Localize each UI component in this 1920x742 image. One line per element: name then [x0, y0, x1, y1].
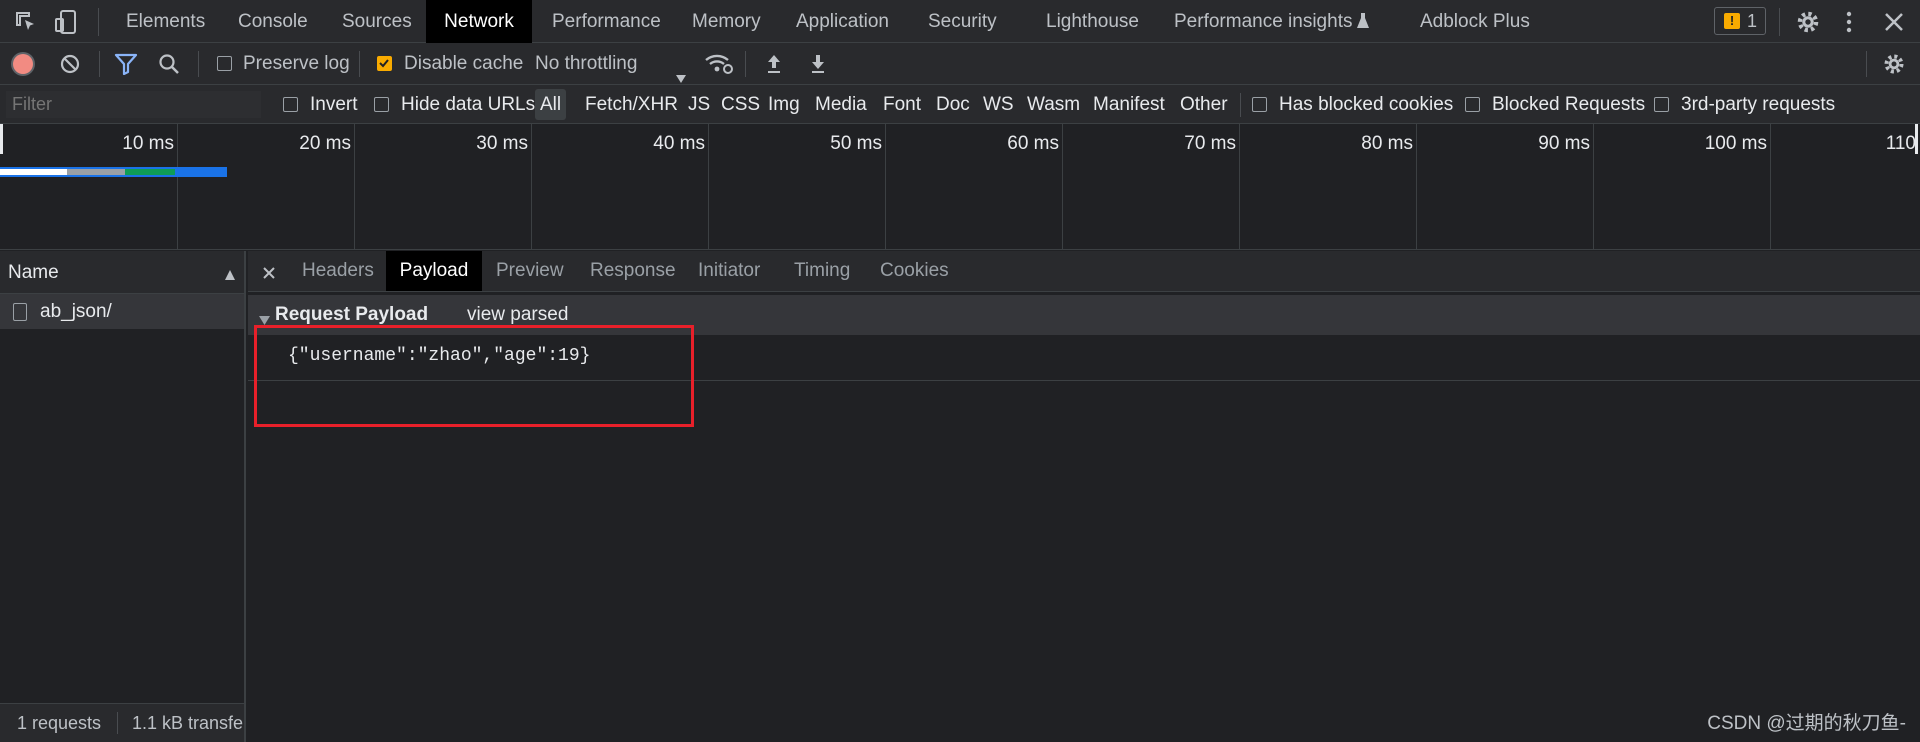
export-har-download-icon[interactable] [809, 53, 827, 75]
filter-input[interactable] [6, 91, 261, 118]
hide-data-urls-checkbox[interactable] [374, 97, 389, 112]
issues-badge[interactable]: ! 1 [1714, 7, 1766, 35]
blocked-requests-checkbox[interactable] [1465, 97, 1480, 112]
triangle-down-icon [259, 310, 270, 325]
watermark: CSDN @过期的秋刀鱼- [1707, 713, 1906, 734]
clear-icon[interactable] [60, 54, 80, 74]
tab-performance[interactable]: Performance [540, 0, 673, 43]
experiment-flask-icon [1356, 12, 1370, 30]
has-blocked-cookies-checkbox[interactable] [1252, 97, 1267, 112]
chevron-down-icon [675, 58, 687, 83]
timeline-tick: 20 ms [299, 133, 351, 154]
throttling-value: No throttling [535, 53, 638, 74]
record-icon[interactable] [13, 54, 33, 74]
type-filter-doc[interactable]: Doc [936, 85, 970, 124]
tab-lighthouse[interactable]: Lighthouse [1034, 0, 1151, 43]
tab-performance-insights[interactable]: Performance insights [1162, 0, 1364, 43]
request-name: ab_json/ [40, 301, 112, 322]
payload-section-title: Request Payload [275, 304, 429, 325]
issues-count: 1 [1747, 11, 1758, 31]
timeline-tick: 50 ms [830, 133, 882, 154]
preserve-log-label: Preserve log [243, 53, 350, 74]
settings-gear-icon[interactable] [1795, 9, 1821, 35]
filter-funnel-icon[interactable] [114, 53, 138, 76]
third-party-requests-checkbox[interactable] [1654, 97, 1669, 112]
name-column-label: Name [8, 262, 59, 283]
timeline-tick: 30 ms [476, 133, 528, 154]
tab-elements[interactable]: Elements [114, 0, 217, 43]
throttling-select[interactable]: No throttling [535, 43, 687, 85]
network-conditions-wifi-icon[interactable] [704, 52, 734, 76]
detail-tab-preview[interactable]: Preview [488, 251, 572, 291]
type-filter-media[interactable]: Media [815, 85, 867, 124]
detail-tab-initiator[interactable]: Initiator [690, 251, 768, 291]
view-parsed-link[interactable]: view parsed [467, 304, 568, 326]
type-filter-js[interactable]: JS [688, 85, 710, 124]
summary-bar: 1 requests 1.1 kB transfe [0, 703, 244, 742]
close-devtools-icon[interactable] [1883, 11, 1905, 33]
filter-bar: Invert Hide data URLs All Fetch/XHR JS C… [0, 85, 1920, 124]
detail-tab-headers[interactable]: Headers [294, 251, 382, 291]
timeline-tick: 110 [1885, 133, 1916, 154]
tab-sources[interactable]: Sources [330, 0, 424, 43]
timeline-tick: 100 ms [1704, 133, 1767, 154]
type-filter-ws[interactable]: WS [983, 85, 1014, 124]
issue-warning-icon: ! [1724, 13, 1740, 29]
document-file-icon [13, 303, 27, 321]
device-toolbar-icon[interactable] [54, 9, 78, 35]
blocked-requests-label: Blocked Requests [1492, 94, 1646, 115]
timeline-tick: 40 ms [653, 133, 705, 154]
tab-memory[interactable]: Memory [680, 0, 773, 43]
sort-ascending-icon [224, 265, 236, 280]
invert-label: Invert [310, 94, 358, 115]
request-row[interactable]: ab_json/ [0, 294, 244, 329]
timeline-tick: 60 ms [1007, 133, 1059, 154]
more-options-icon[interactable] [1842, 10, 1856, 34]
invert-checkbox[interactable] [283, 97, 298, 112]
type-filter-css[interactable]: CSS [721, 85, 760, 124]
timeline-request-bar [0, 167, 227, 177]
hide-data-urls-label: Hide data URLs [401, 94, 536, 115]
requests-count: 1 requests [17, 713, 102, 733]
highlight-annotation-box [254, 325, 694, 427]
detail-tab-response[interactable]: Response [582, 251, 684, 291]
type-filter-manifest[interactable]: Manifest [1093, 85, 1165, 124]
third-party-requests-label: 3rd-party requests [1681, 94, 1836, 115]
tab-adblock-plus[interactable]: Adblock Plus [1408, 0, 1542, 43]
type-filter-fetch-xhr[interactable]: Fetch/XHR [585, 85, 678, 124]
overview-timeline[interactable]: 10 ms 20 ms 30 ms 40 ms 50 ms 60 ms 70 m… [0, 124, 1920, 250]
timeline-tick: 80 ms [1361, 133, 1413, 154]
transfer-size: 1.1 kB transfe [132, 713, 244, 733]
disable-cache-checkbox[interactable] [377, 56, 392, 71]
type-filter-font[interactable]: Font [883, 85, 921, 124]
detail-tab-timing[interactable]: Timing [786, 251, 858, 291]
tab-network[interactable]: Network [426, 0, 532, 43]
name-column-header[interactable]: Name [0, 251, 244, 294]
network-toolbar: Preserve log Disable cache No throttling [0, 43, 1920, 85]
devtools-tab-bar: Elements Console Sources Network Perform… [0, 0, 1920, 43]
tab-application[interactable]: Application [784, 0, 901, 43]
type-filter-all[interactable]: All [535, 89, 567, 120]
has-blocked-cookies-label: Has blocked cookies [1279, 94, 1454, 115]
timeline-tick: 90 ms [1538, 133, 1590, 154]
timeline-left-handle[interactable] [0, 124, 3, 154]
import-har-upload-icon[interactable] [765, 53, 783, 75]
type-filter-img[interactable]: Img [768, 85, 800, 124]
close-detail-icon[interactable] [262, 264, 276, 279]
detail-tab-cookies[interactable]: Cookies [872, 251, 957, 291]
network-settings-gear-icon[interactable] [1882, 52, 1906, 76]
detail-tab-bar: Headers Payload Preview Response Initiat… [248, 251, 1920, 292]
search-icon[interactable] [158, 53, 180, 75]
disable-cache-label: Disable cache [404, 53, 524, 74]
timeline-tick: 70 ms [1184, 133, 1236, 154]
type-filter-wasm[interactable]: Wasm [1027, 85, 1080, 124]
type-filter-other[interactable]: Other [1180, 85, 1228, 124]
tab-security[interactable]: Security [916, 0, 1009, 43]
preserve-log-checkbox[interactable] [217, 56, 232, 71]
detail-tab-payload[interactable]: Payload [386, 251, 482, 291]
timeline-tick: 10 ms [122, 133, 174, 154]
requests-panel: Name ab_json/ 1 requests 1.1 kB transfe [0, 251, 246, 742]
tab-console[interactable]: Console [226, 0, 320, 43]
inspect-element-icon[interactable] [14, 10, 38, 34]
